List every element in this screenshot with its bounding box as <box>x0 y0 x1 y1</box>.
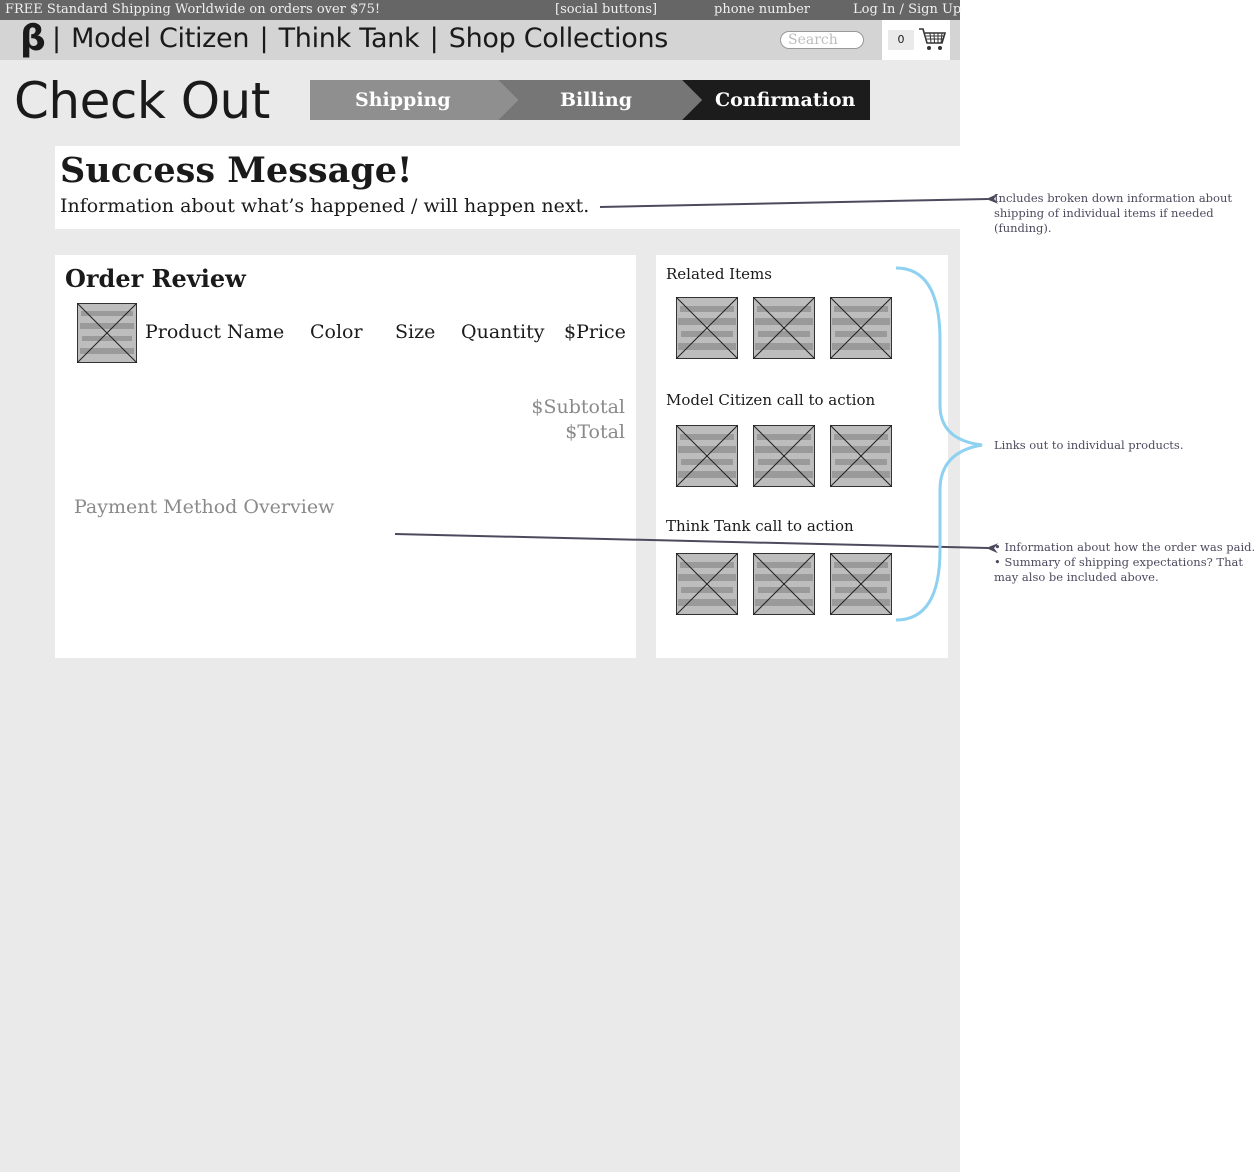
links-annotation: Links out to individual products. <box>994 438 1184 452</box>
step-confirmation[interactable]: Confirmation <box>715 89 855 111</box>
step-shipping[interactable]: Shipping <box>355 89 451 111</box>
phone-number: phone number <box>714 2 811 17</box>
product-tile[interactable] <box>830 425 892 487</box>
cart-area[interactable]: 0 <box>882 20 950 60</box>
product-tile[interactable] <box>753 553 815 615</box>
login-signup-link[interactable]: Log In / Sign Up <box>853 2 961 17</box>
product-image-placeholder <box>77 303 137 363</box>
social-buttons[interactable]: [social buttons] <box>555 2 657 17</box>
product-tile[interactable] <box>676 425 738 487</box>
column-size: Size <box>395 321 436 343</box>
nav-link-model-citizen[interactable]: Model Citizen <box>71 23 249 54</box>
product-tile[interactable] <box>830 553 892 615</box>
column-product-name: Product Name <box>145 321 285 343</box>
nav-link-think-tank[interactable]: Think Tank <box>279 23 420 54</box>
order-review-panel: Order Review Product Name Color Size Qua… <box>55 255 636 658</box>
search-input[interactable]: Search <box>780 31 864 49</box>
checkout-steps: Shipping Billing Confirmation <box>310 80 870 120</box>
product-tile[interactable] <box>753 425 815 487</box>
page-title: Check Out <box>14 72 270 130</box>
success-info: Information about what’s happened / will… <box>60 195 590 217</box>
nav-link-shop-collections[interactable]: Shop Collections <box>449 23 669 54</box>
column-quantity: Quantity <box>461 321 545 343</box>
success-panel: Success Message! Information about what’… <box>55 146 960 229</box>
total: $Total <box>565 421 625 443</box>
side-panel: Related Items Model Citizen call to acti… <box>656 255 948 658</box>
model-citizen-cta-heading: Model Citizen call to action <box>666 391 876 409</box>
product-tile[interactable] <box>676 297 738 359</box>
nav-separator: | <box>52 23 61 54</box>
subtotal: $Subtotal <box>531 396 625 418</box>
payment-method-overview: Payment Method Overview <box>74 496 335 518</box>
product-tile[interactable] <box>676 553 738 615</box>
payment-annotation-line-1: • Information about how the order was pa… <box>994 540 1256 554</box>
main-nav: β | Model Citizen | Think Tank | Shop Co… <box>0 18 960 60</box>
cart-count-badge: 0 <box>888 30 914 50</box>
product-tile[interactable] <box>830 297 892 359</box>
nav-links: | Model Citizen | Think Tank | Shop Coll… <box>50 23 668 54</box>
column-price: $Price <box>564 321 626 343</box>
top-bar: FREE Standard Shipping Worldwide on orde… <box>0 0 961 20</box>
payment-annotation: • Information about how the order was pa… <box>994 540 1256 585</box>
column-color: Color <box>310 321 363 343</box>
nav-separator: | <box>429 23 439 54</box>
shopping-cart-icon[interactable] <box>918 25 946 53</box>
product-tile[interactable] <box>753 297 815 359</box>
shipping-promo: FREE Standard Shipping Worldwide on orde… <box>5 2 381 17</box>
beta-logo[interactable]: β <box>20 18 46 59</box>
success-title: Success Message! <box>60 150 413 191</box>
order-review-title: Order Review <box>65 264 246 293</box>
step-billing[interactable]: Billing <box>560 89 632 111</box>
think-tank-cta-heading: Think Tank call to action <box>666 517 854 535</box>
shipping-annotation: Includes broken down information about s… <box>994 191 1232 235</box>
payment-annotation-line-2: • Summary of shipping expectations? That… <box>994 555 1243 584</box>
nav-separator: | <box>259 23 269 54</box>
related-items-heading: Related Items <box>666 265 772 283</box>
